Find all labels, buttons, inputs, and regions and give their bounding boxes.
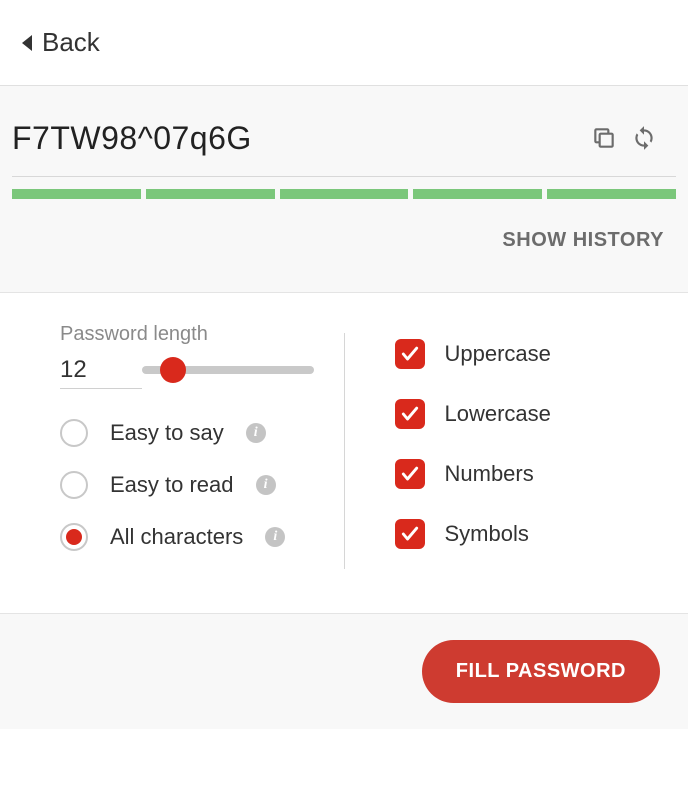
check-icon [400, 464, 420, 484]
info-icon[interactable]: i [265, 527, 285, 547]
checkbox-symbols[interactable] [395, 519, 425, 549]
regenerate-button[interactable] [624, 118, 664, 158]
copy-icon [591, 125, 617, 151]
strength-meter [0, 176, 688, 199]
strength-segment [413, 189, 542, 199]
radio-label-easy-to-read: Easy to read [110, 472, 234, 498]
radio-label-easy-to-say: Easy to say [110, 420, 224, 446]
fill-password-button[interactable]: FILL PASSWORD [422, 640, 660, 703]
length-slider[interactable] [142, 358, 314, 382]
back-arrow-icon [22, 35, 32, 51]
strength-segment [12, 189, 141, 199]
refresh-icon [631, 125, 657, 151]
copy-button[interactable] [584, 118, 624, 158]
header: Back [0, 0, 688, 86]
footer: FILL PASSWORD [0, 614, 688, 729]
checkbox-label-symbols: Symbols [445, 521, 529, 547]
checkbox-label-uppercase: Uppercase [445, 341, 551, 367]
checkbox-label-numbers: Numbers [445, 461, 534, 487]
radio-easy-to-say[interactable] [60, 419, 88, 447]
strength-segment [547, 189, 676, 199]
strength-segment [280, 189, 409, 199]
check-icon [400, 344, 420, 364]
show-history-button[interactable]: SHOW HISTORY [502, 229, 664, 251]
slider-thumb[interactable] [160, 357, 186, 383]
length-input[interactable] [60, 356, 120, 384]
checkbox-lowercase[interactable] [395, 399, 425, 429]
checkbox-uppercase[interactable] [395, 339, 425, 369]
info-icon[interactable]: i [256, 475, 276, 495]
options-section: Password length Easy to say i Easy to re… [0, 293, 688, 614]
length-label: Password length [60, 323, 314, 346]
radio-all-characters[interactable] [60, 523, 88, 551]
back-label: Back [42, 27, 100, 58]
checkbox-numbers[interactable] [395, 459, 425, 489]
radio-label-all-characters: All characters [110, 524, 243, 550]
back-button[interactable]: Back [22, 27, 100, 58]
check-icon [400, 404, 420, 424]
strength-segment [146, 189, 275, 199]
password-display-section: F7TW98^07q6G SHOW HISTORY [0, 86, 688, 293]
info-icon[interactable]: i [246, 423, 266, 443]
generated-password: F7TW98^07q6G [12, 120, 584, 157]
radio-easy-to-read[interactable] [60, 471, 88, 499]
check-icon [400, 524, 420, 544]
checkbox-label-lowercase: Lowercase [445, 401, 551, 427]
